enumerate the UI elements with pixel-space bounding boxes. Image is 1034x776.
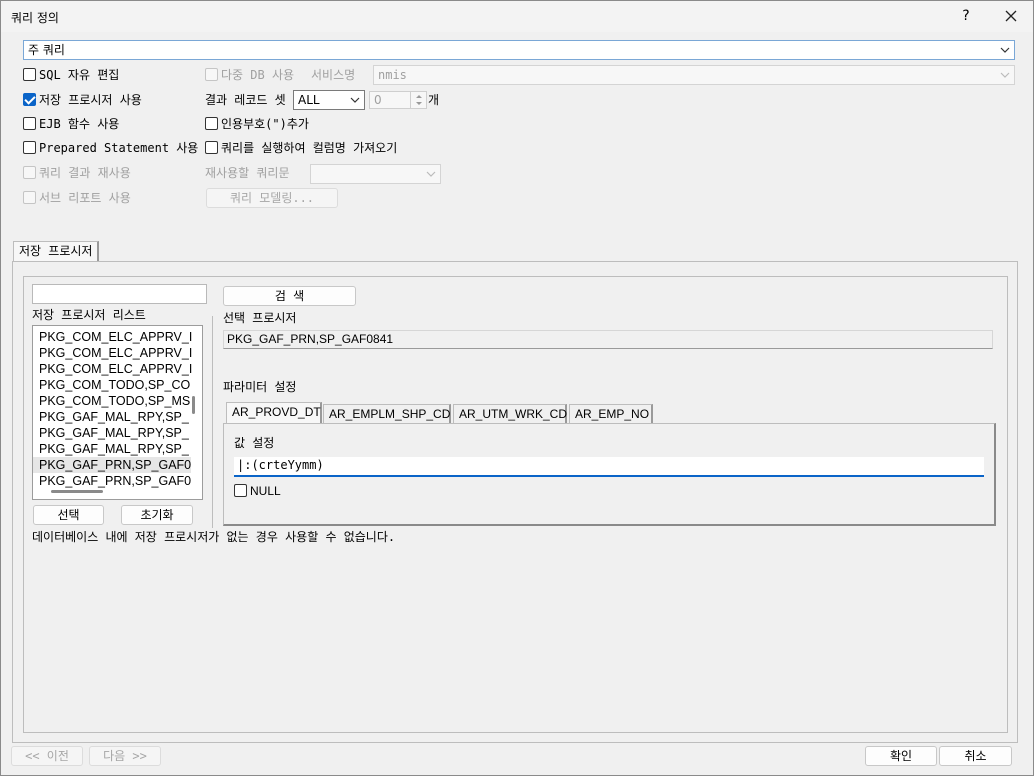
reuse-result-checkbox: 쿼리 결과 재사용 xyxy=(23,165,131,181)
spin-buttons xyxy=(410,92,426,108)
reuse-query-label: 재사용할 쿼리문 xyxy=(205,166,290,180)
tab-param-emp-no[interactable]: AR_EMP_NO xyxy=(569,404,653,424)
chevron-down-icon xyxy=(426,171,436,177)
fetch-columns-checkbox[interactable]: 쿼리를 실행하여 컬럼명 가져오기 xyxy=(205,140,397,156)
result-set-label: 결과 레코드 셋 xyxy=(205,93,286,107)
record-count-value: 0 xyxy=(374,93,382,107)
null-checkbox[interactable]: NULL xyxy=(234,483,281,499)
selected-proc-field: PKG_GAF_PRN,SP_GAF0841 xyxy=(223,330,993,349)
proc-list-label: 저장 프로시저 리스트 xyxy=(32,308,146,322)
checkbox-box xyxy=(23,141,36,154)
prepared-statement-label: Prepared Statement 사용 xyxy=(39,141,199,155)
param-value-text: |:(crteYymm) xyxy=(237,458,324,472)
selected-proc-label: 선택 프로시저 xyxy=(223,311,297,325)
list-item-selected[interactable]: PKG_GAF_PRN,SP_GAF0 xyxy=(33,457,191,473)
list-item[interactable]: PKG_COM_ELC_APPRV_I xyxy=(33,345,192,361)
service-name-select: nmis xyxy=(373,65,1015,85)
cancel-button[interactable]: 취소 xyxy=(939,746,1012,766)
checkbox-box xyxy=(23,166,36,179)
checkbox-box xyxy=(23,191,36,204)
chevron-down-icon xyxy=(1000,72,1010,78)
reuse-query-select xyxy=(310,164,441,184)
reuse-result-label: 쿼리 결과 재사용 xyxy=(39,166,131,180)
query-modeling-button: 쿼리 모델링... xyxy=(206,188,338,208)
search-button[interactable]: 검 색 xyxy=(223,286,356,306)
ejb-label: EJB 함수 사용 xyxy=(39,117,120,131)
checkbox-box-checked xyxy=(23,93,36,106)
list-item[interactable]: PKG_GAF_MAL_RPY,SP_ xyxy=(33,409,191,425)
vertical-scrollbar-thumb[interactable] xyxy=(192,396,195,414)
multi-db-checkbox: 다중 DB 사용 xyxy=(205,67,294,83)
tab-stored-procedure[interactable]: 저장 프로시저 xyxy=(13,241,100,262)
selected-proc-value: PKG_GAF_PRN,SP_GAF0841 xyxy=(227,332,394,346)
notice-text: 데이터베이스 내에 저장 프로시저가 없는 경우 사용할 수 없습니다. xyxy=(32,530,396,544)
list-item[interactable]: PKG_COM_ELC_APPRV_I xyxy=(33,329,192,345)
record-count-stepper: 0 xyxy=(369,91,427,109)
ok-button[interactable]: 확인 xyxy=(865,746,937,766)
checkbox-box xyxy=(205,117,218,130)
list-item[interactable]: PKG_COM_TODO,SP_MS xyxy=(33,393,191,409)
checkbox-box xyxy=(23,117,36,130)
list-item[interactable]: PKG_GAF_MAL_RPY,SP_ xyxy=(33,425,191,441)
spin-arrows-icon xyxy=(416,95,422,105)
prev-button: << 이전 xyxy=(11,746,83,766)
service-name-label: 서비스명 xyxy=(311,68,356,82)
null-label: NULL xyxy=(250,484,281,498)
proc-list-items: PKG_COM_ELC_APPRV_I PKG_COM_ELC_APPRV_I … xyxy=(33,329,192,489)
list-item[interactable]: PKG_COM_TODO,SP_CO xyxy=(33,377,191,393)
query-definition-dialog: 쿼리 정의 ? 주 쿼리 SQL 자유 편집 저장 프로시저 사용 EJB 함수… xyxy=(0,0,1034,776)
list-item[interactable]: PKG_GAF_PRN,SP_GAF0 xyxy=(33,473,191,489)
close-button[interactable] xyxy=(996,5,1026,27)
multi-db-label: 다중 DB 사용 xyxy=(221,68,295,82)
ejb-checkbox[interactable]: EJB 함수 사용 xyxy=(23,116,119,132)
title-bar: 쿼리 정의 ? xyxy=(1,1,1033,32)
service-name-value: nmis xyxy=(378,68,407,82)
horizontal-scrollbar-thumb[interactable] xyxy=(51,490,103,493)
checkbox-box xyxy=(205,68,218,81)
help-button[interactable]: ? xyxy=(951,5,981,27)
tab-param-utm-wrk-cd[interactable]: AR_UTM_WRK_CD xyxy=(453,404,567,424)
param-settings-label: 파라미터 설정 xyxy=(223,380,297,394)
close-icon xyxy=(1005,10,1017,22)
tab-param-provd-dt[interactable]: AR_PROVD_DT xyxy=(226,402,322,424)
chevron-down-icon xyxy=(350,97,360,103)
result-set-value: ALL xyxy=(298,93,320,107)
main-query-select[interactable]: 주 쿼리 xyxy=(23,40,1015,60)
sub-report-label: 서브 리포트 사용 xyxy=(39,191,131,205)
next-button: 다음 >> xyxy=(89,746,161,766)
proc-list[interactable]: PKG_COM_ELC_APPRV_I PKG_COM_ELC_APPRV_I … xyxy=(32,325,203,500)
reset-button[interactable]: 초기화 xyxy=(121,505,193,525)
stored-proc-label: 저장 프로시저 사용 xyxy=(39,93,142,107)
dialog-title: 쿼리 정의 xyxy=(11,11,59,25)
record-count-unit: 개 xyxy=(428,93,440,107)
sql-free-edit-checkbox[interactable]: SQL 자유 편집 xyxy=(23,67,119,83)
stored-proc-checkbox[interactable]: 저장 프로시저 사용 xyxy=(23,92,142,108)
prepared-statement-checkbox[interactable]: Prepared Statement 사용 xyxy=(23,140,198,156)
quote-label: 인용부호(")추가 xyxy=(221,117,309,131)
sql-free-edit-label: SQL 자유 편집 xyxy=(39,68,120,82)
checkbox-box xyxy=(234,484,247,497)
value-settings-label: 값 설정 xyxy=(234,436,275,450)
quote-checkbox[interactable]: 인용부호(")추가 xyxy=(205,116,309,132)
checkbox-box xyxy=(205,141,218,154)
chevron-down-icon xyxy=(1000,47,1010,53)
result-set-select[interactable]: ALL xyxy=(293,90,365,110)
list-item[interactable]: PKG_GAF_MAL_RPY,SP_ xyxy=(33,441,191,457)
fetch-columns-label: 쿼리를 실행하여 컬럼명 가져오기 xyxy=(221,141,398,155)
select-button[interactable]: 선택 xyxy=(33,505,104,525)
proc-search-input[interactable] xyxy=(32,284,207,304)
divider xyxy=(212,316,213,528)
param-value-input[interactable]: |:(crteYymm) xyxy=(234,457,984,477)
tab-param-emplm-shp-cd[interactable]: AR_EMPLM_SHP_CD xyxy=(323,404,451,424)
list-item[interactable]: PKG_COM_ELC_APPRV_I xyxy=(33,361,192,377)
checkbox-box xyxy=(23,68,36,81)
sub-report-checkbox: 서브 리포트 사용 xyxy=(23,190,131,206)
main-query-value: 주 쿼리 xyxy=(28,43,65,57)
